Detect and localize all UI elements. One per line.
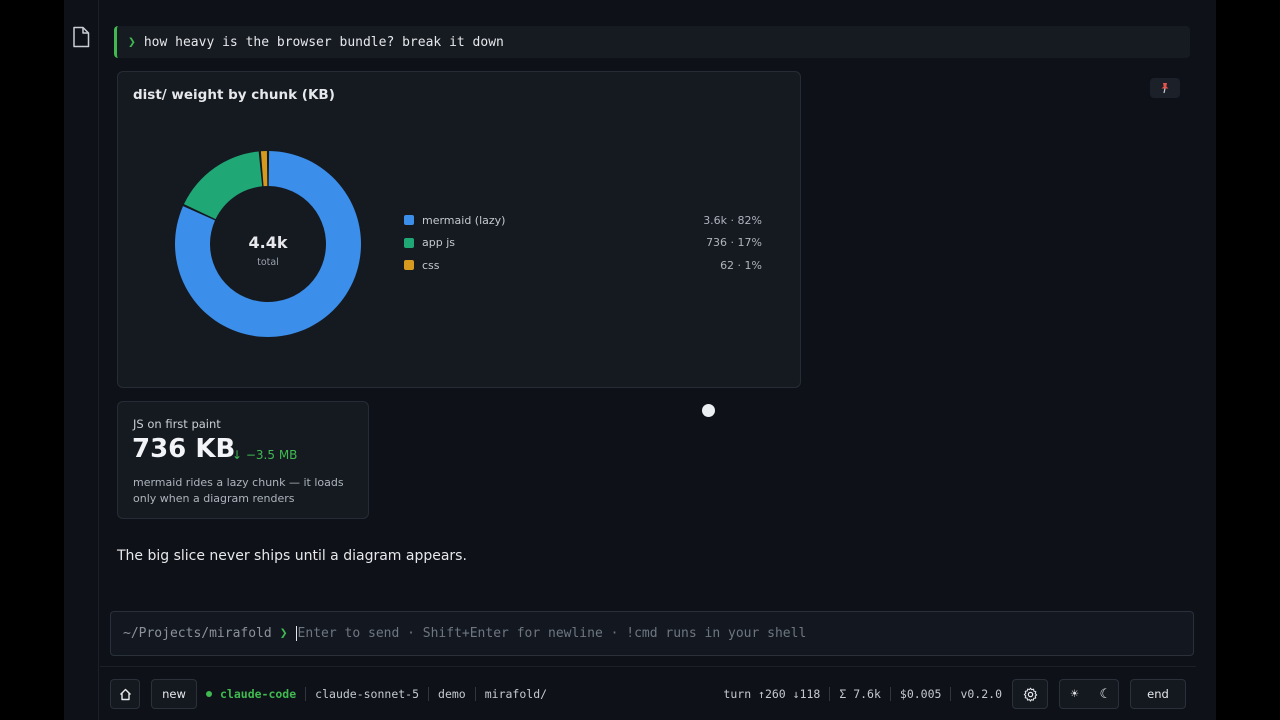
end-button[interactable]: end	[1130, 679, 1186, 709]
settings-button[interactable]	[1012, 679, 1048, 709]
legend-item: app js 736 · 17%	[404, 232, 762, 255]
mode-label: demo	[438, 687, 466, 701]
stat-value: 736 KB	[132, 434, 236, 464]
version-label: v0.2.0	[960, 687, 1002, 701]
prompt-chevron-icon: ❯	[128, 34, 136, 50]
stat-note: mermaid rides a lazy chunk — it loads on…	[133, 476, 344, 505]
home-icon	[119, 688, 131, 700]
donut-slice-css	[260, 151, 268, 187]
separator	[305, 687, 307, 701]
total-tokens: Σ 7.6k	[839, 687, 881, 701]
legend-swatch	[404, 260, 414, 271]
legend-swatch	[404, 237, 414, 248]
input-chevron-icon: ❯	[279, 626, 288, 641]
stat-delta: ↓ −3.5 MB	[232, 448, 298, 462]
prompt-text: how heavy is the browser bundle? break i…	[143, 34, 504, 50]
separator	[428, 687, 430, 701]
donut-chart: 4.4k total	[175, 151, 362, 337]
chart-title: dist/ weight by chunk (KB)	[133, 87, 335, 103]
legend-item: mermaid (lazy) 3.6k · 82%	[404, 209, 762, 232]
pin-button[interactable]	[1150, 78, 1180, 98]
model-name: claude-sonnet-5	[315, 687, 420, 701]
agent-status-dot	[206, 691, 212, 697]
status-bar: new claude-code claude-sonnet-5 demo mir…	[110, 678, 1186, 710]
command-input[interactable]	[295, 626, 1193, 641]
agent-name: claude-code	[220, 687, 297, 701]
legend-value: 736 · 17%	[706, 236, 762, 250]
moon-icon[interactable]: ☾	[1089, 680, 1118, 708]
chart-legend: mermaid (lazy) 3.6k · 82% app js 736 · 1…	[404, 209, 762, 277]
donut-center-value: 4.4k	[249, 233, 288, 252]
separator	[829, 687, 831, 701]
cost-label: $0.005	[899, 687, 942, 701]
legend-swatch	[404, 215, 414, 226]
separator	[474, 687, 476, 701]
home-button[interactable]	[110, 679, 140, 709]
legend-value: 3.6k · 82%	[703, 213, 762, 227]
left-rail	[64, 0, 99, 720]
legend-label: app js	[422, 236, 455, 250]
legend-label: css	[422, 258, 440, 272]
pin-icon	[1161, 83, 1169, 94]
gear-icon	[1023, 687, 1037, 702]
separator	[950, 687, 952, 701]
file-icon[interactable]	[72, 26, 90, 48]
folder-label: mirafold/	[484, 687, 548, 701]
turn-tokens: turn ↑260 ↓118	[723, 687, 821, 701]
cwd-path: ~/Projects/mirafold	[123, 626, 272, 641]
legend-label: mermaid (lazy)	[422, 213, 506, 227]
chart-card: dist/ weight by chunk (KB) 4.4k total me…	[117, 71, 801, 388]
new-session-button[interactable]: new	[151, 679, 197, 709]
mouse-cursor	[702, 404, 715, 417]
divider	[100, 666, 1196, 667]
theme-toggle: ☀ ☾	[1059, 679, 1119, 709]
legend-value: 62 · 1%	[720, 258, 762, 272]
separator	[889, 687, 891, 701]
legend-item: css 62 · 1%	[404, 254, 762, 277]
stat-card: JS on first paint 736 KB ↓ −3.5 MB merma…	[117, 401, 369, 519]
sun-icon[interactable]: ☀	[1060, 680, 1089, 708]
donut-slice-app-js	[183, 151, 263, 220]
donut-center-label: total	[257, 257, 279, 268]
user-prompt: ❯ how heavy is the browser bundle? break…	[114, 26, 1190, 58]
agent-indicator: claude-code	[206, 687, 296, 701]
app-window: ❯ how heavy is the browser bundle? break…	[64, 0, 1216, 720]
stat-label: JS on first paint	[133, 417, 221, 431]
command-input-box[interactable]: ~/Projects/mirafold ❯	[110, 611, 1194, 656]
assistant-answer: The big slice never ships until a diagra…	[117, 548, 467, 564]
